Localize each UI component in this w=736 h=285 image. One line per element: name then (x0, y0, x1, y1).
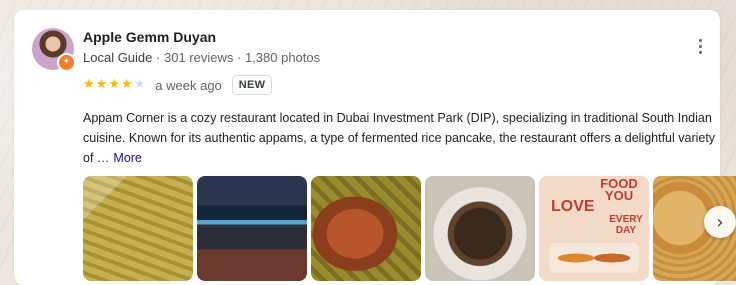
reviewer-meta: Local Guide · 301 reviews · 1,380 photos (83, 50, 320, 65)
review-photo[interactable] (311, 176, 421, 281)
photo-text-every-day: EVERY DAY (609, 214, 643, 236)
star-empty-icon: ★ (133, 77, 146, 92)
star-rating: ★ ★ ★ ★ ★ (83, 78, 146, 92)
local-guide-label: Local Guide (83, 50, 153, 65)
review-card: ✦ Apple Gemm Duyan Local Guide · 301 rev… (14, 10, 736, 285)
meta-separator: · (236, 50, 242, 65)
new-badge: NEW (231, 75, 273, 95)
meta-separator: · (156, 50, 161, 65)
star-filled-icon: ★ (83, 77, 95, 92)
next-photos-button[interactable]: › (704, 206, 736, 238)
review-time: a week ago (155, 77, 222, 93)
photos-count: 1,380 photos (244, 50, 321, 65)
more-link[interactable]: More (113, 151, 141, 165)
local-guide-badge-icon: ✦ (57, 53, 76, 72)
more-vert-icon-dot (698, 44, 702, 48)
review-photo[interactable] (83, 176, 193, 281)
reviewer-name[interactable]: Apple Gemm Duyan (83, 29, 216, 45)
star-filled-icon: ★ (95, 77, 108, 92)
photo-food-plate (549, 243, 639, 273)
review-photo[interactable] (197, 176, 307, 281)
photo-strip: FOOD YOU LOVE EVERY DAY (83, 176, 736, 281)
more-vert-icon-dot (698, 50, 702, 54)
rating-row: ★ ★ ★ ★ ★ a week ago NEW (83, 73, 273, 97)
review-photo[interactable] (425, 176, 535, 281)
star-filled-icon: ★ (120, 77, 133, 92)
photo-text-love: LOVE (551, 198, 595, 215)
avatar[interactable]: ✦ (32, 28, 76, 72)
photo-text-food: FOOD YOU (600, 176, 638, 203)
review-text: Appam Corner is a cozy restaurant locate… (83, 108, 717, 168)
chevron-right-icon: › (716, 211, 724, 233)
more-vert-icon-dot (698, 38, 702, 42)
more-options-button[interactable] (690, 34, 710, 58)
reviews-count: 301 reviews (163, 50, 234, 65)
review-photo[interactable]: FOOD YOU LOVE EVERY DAY (539, 176, 649, 281)
review-body: Appam Corner is a cozy restaurant locate… (83, 111, 716, 165)
star-filled-icon: ★ (108, 77, 120, 92)
